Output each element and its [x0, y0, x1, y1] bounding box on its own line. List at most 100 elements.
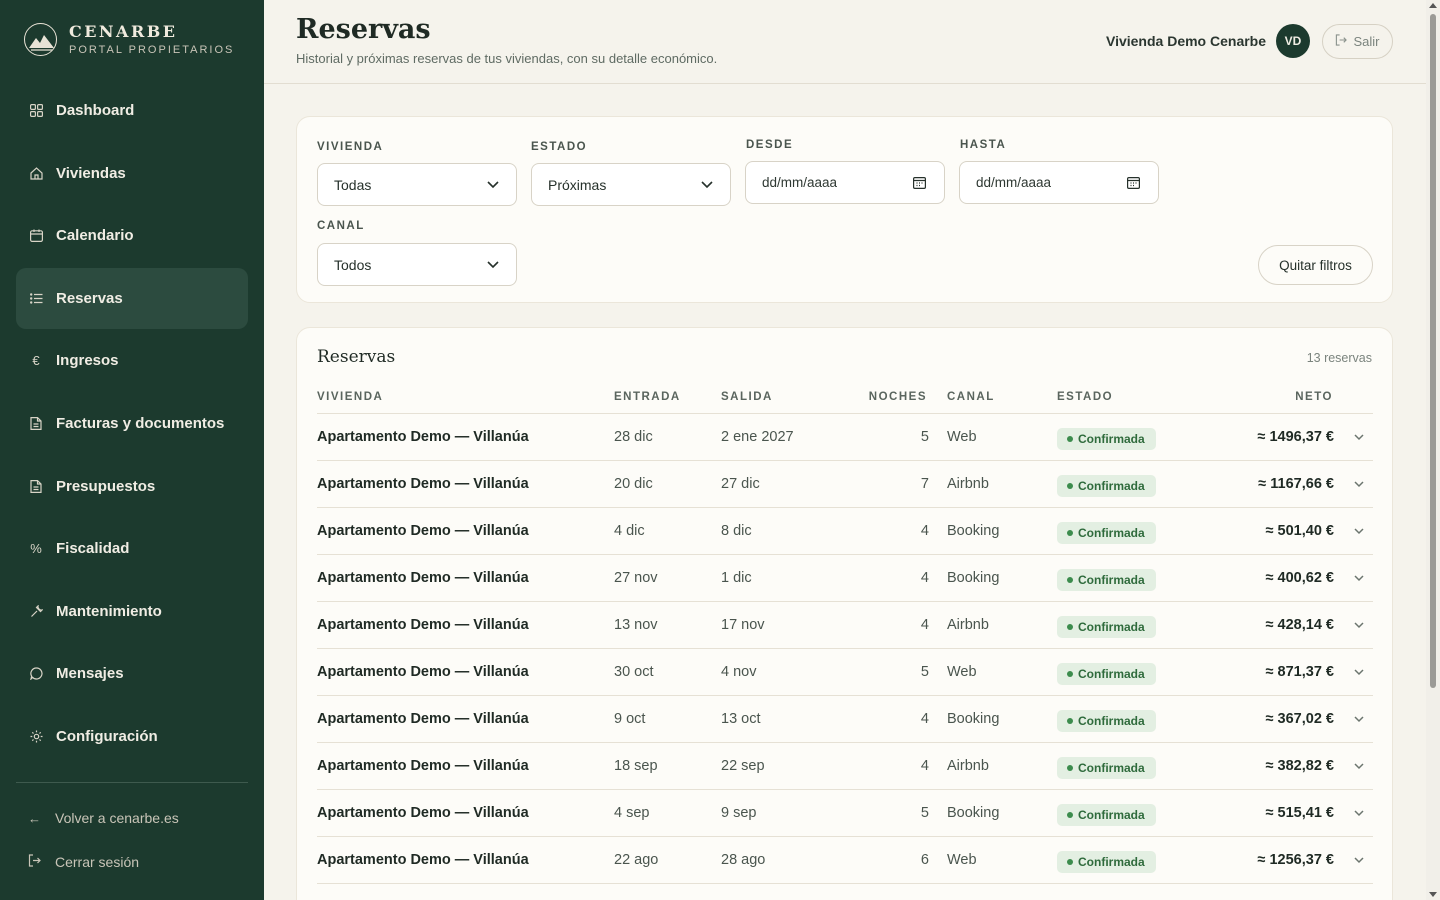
- table-row[interactable]: Apartamento Demo — Villanúa 4 dic 8 dic …: [317, 508, 1373, 555]
- expand-chevron-icon[interactable]: [1353, 853, 1365, 871]
- column-header-noches[interactable]: NOCHES: [869, 391, 927, 403]
- row-salida: 1 dic: [721, 570, 752, 586]
- row-canal: Airbnb: [947, 617, 989, 633]
- table-row[interactable]: Apartamento Demo — Villanúa 22 ago 28 ag…: [317, 837, 1373, 884]
- row-neto: ≈ 367,02 €: [1265, 711, 1334, 727]
- sidebar-item-viviendas[interactable]: Viviendas: [16, 143, 248, 204]
- row-canal: Web: [947, 664, 977, 680]
- sidebar-item-configuracion[interactable]: Configuración: [16, 706, 248, 767]
- calendar-icon: [28, 228, 44, 244]
- table-row[interactable]: Apartamento Demo — Villanúa 4 sep 9 sep …: [317, 790, 1373, 837]
- calendar-icon[interactable]: [913, 176, 927, 192]
- table-row[interactable]: Apartamento Demo — Villanúa 28 dic 2 ene…: [317, 414, 1373, 461]
- sidebar-item-label: Mantenimiento: [56, 602, 162, 620]
- grid-icon: [28, 103, 44, 119]
- euro-icon: €: [32, 353, 40, 369]
- sidebar-divider: [16, 782, 248, 783]
- sidebar-item-fiscalidad[interactable]: % Fiscalidad: [16, 518, 248, 579]
- desde-date-placeholder: dd/mm/aaaa: [762, 175, 838, 190]
- sidebar-item-facturas[interactable]: Facturas y documentos: [16, 393, 248, 454]
- status-badge: Confirmada: [1057, 569, 1156, 591]
- hasta-date-placeholder: dd/mm/aaaa: [976, 175, 1052, 190]
- expand-chevron-icon[interactable]: [1353, 477, 1365, 495]
- percent-icon: %: [30, 541, 42, 557]
- scroll-up-arrow-icon[interactable]: [1429, 3, 1437, 8]
- table-row[interactable]: Apartamento Demo — Villanúa 13 nov 17 no…: [317, 602, 1373, 649]
- row-salida: 9 sep: [721, 805, 757, 821]
- vivienda-select-value: Todas: [334, 176, 372, 193]
- expand-chevron-icon[interactable]: [1353, 759, 1365, 777]
- calendar-icon[interactable]: [1127, 176, 1141, 192]
- sidebar-item-mantenimiento[interactable]: Mantenimiento: [16, 581, 248, 642]
- status-badge: Confirmada: [1057, 804, 1156, 826]
- estado-filter-label: ESTADO: [531, 141, 588, 153]
- status-badge: Confirmada: [1057, 522, 1156, 544]
- expand-chevron-icon[interactable]: [1353, 712, 1365, 730]
- sidebar: CENARBE PORTAL PROPIETARIOS Dashboard Vi…: [0, 0, 264, 900]
- column-header-vivienda[interactable]: VIVIENDA: [317, 391, 383, 403]
- row-neto: ≈ 501,40 €: [1265, 523, 1334, 539]
- expand-chevron-icon[interactable]: [1353, 618, 1365, 636]
- row-noches: 4: [920, 758, 929, 774]
- reservations-count: 13 reservas: [1306, 351, 1372, 365]
- user-name: Vivienda Demo Cenarbe: [1106, 33, 1267, 49]
- clear-filters-button[interactable]: Quitar filtros: [1258, 245, 1373, 285]
- logout-button[interactable]: Salir: [1322, 24, 1393, 59]
- hasta-date-input[interactable]: dd/mm/aaaa: [959, 161, 1159, 204]
- row-salida: 17 nov: [721, 617, 765, 633]
- sidebar-item-label: Mensajes: [56, 665, 124, 683]
- desde-date-input[interactable]: dd/mm/aaaa: [745, 161, 945, 204]
- row-salida: 28 ago: [721, 852, 766, 868]
- row-canal: Web: [947, 429, 977, 445]
- row-entrada: 4 sep: [614, 805, 650, 821]
- status-badge: Confirmada: [1057, 663, 1156, 685]
- page-scrollbar[interactable]: [1426, 0, 1440, 900]
- table-row[interactable]: Apartamento Demo — Villanúa 9 oct 13 oct…: [317, 696, 1373, 743]
- row-canal: Airbnb: [947, 758, 989, 774]
- sidebar-item-mensajes[interactable]: Mensajes: [16, 643, 248, 704]
- status-badge: Confirmada: [1057, 710, 1156, 732]
- column-header-salida[interactable]: SALIDA: [721, 391, 773, 403]
- sidebar-item-calendario[interactable]: Calendario: [16, 205, 248, 266]
- estado-select[interactable]: Próximas: [531, 163, 731, 206]
- mountain-logo-icon: [24, 22, 57, 56]
- row-entrada: 20 dic: [614, 476, 653, 492]
- status-badge: Confirmada: [1057, 757, 1156, 779]
- table-row[interactable]: Apartamento Demo — Villanúa 20 dic 27 di…: [317, 461, 1373, 508]
- column-header-canal[interactable]: CANAL: [947, 391, 995, 403]
- row-canal: Booking: [947, 711, 1000, 727]
- back-to-site-label: Volver a cenarbe.es: [55, 810, 179, 826]
- sidebar-item-presupuestos[interactable]: Presupuestos: [16, 456, 248, 517]
- scrollbar-thumb[interactable]: [1430, 14, 1436, 688]
- vivienda-select[interactable]: Todas: [317, 163, 517, 206]
- row-neto: ≈ 515,41 €: [1265, 805, 1334, 821]
- sidebar-logout-link[interactable]: Cerrar sesión: [28, 854, 139, 870]
- sidebar-item-label: Facturas y documentos: [56, 414, 225, 432]
- expand-chevron-icon[interactable]: [1353, 524, 1365, 542]
- row-vivienda: Apartamento Demo — Villanúa: [317, 852, 529, 868]
- canal-filter-label: CANAL: [317, 220, 365, 232]
- canal-select[interactable]: Todos: [317, 243, 517, 286]
- sidebar-item-ingresos[interactable]: € Ingresos: [16, 330, 248, 391]
- expand-chevron-icon[interactable]: [1353, 430, 1365, 448]
- row-noches: 5: [920, 429, 929, 445]
- brand[interactable]: CENARBE PORTAL PROPIETARIOS: [24, 22, 234, 56]
- row-neto: ≈ 1496,37 €: [1257, 429, 1335, 445]
- expand-chevron-icon[interactable]: [1353, 571, 1365, 589]
- sidebar-item-dashboard[interactable]: Dashboard: [16, 80, 248, 141]
- sidebar-item-reservas[interactable]: Reservas: [16, 267, 248, 329]
- back-to-site-link[interactable]: ← Volver a cenarbe.es: [28, 810, 179, 826]
- column-header-neto[interactable]: NETO: [1295, 391, 1333, 403]
- row-vivienda: Apartamento Demo — Villanúa: [317, 617, 529, 633]
- avatar[interactable]: VD: [1276, 24, 1310, 58]
- table-row[interactable]: Apartamento Demo — Villanúa 27 nov 1 dic…: [317, 555, 1373, 602]
- wrench-icon: [28, 603, 44, 619]
- table-row[interactable]: Apartamento Demo — Villanúa 18 sep 22 se…: [317, 743, 1373, 790]
- scroll-down-arrow-icon[interactable]: [1429, 892, 1437, 897]
- column-header-entrada[interactable]: ENTRADA: [614, 391, 681, 403]
- table-row[interactable]: Apartamento Demo — Villanúa 30 oct 4 nov…: [317, 649, 1373, 696]
- column-header-estado[interactable]: ESTADO: [1057, 391, 1113, 403]
- row-vivienda: Apartamento Demo — Villanúa: [317, 429, 529, 445]
- expand-chevron-icon[interactable]: [1353, 665, 1365, 683]
- expand-chevron-icon[interactable]: [1353, 806, 1365, 824]
